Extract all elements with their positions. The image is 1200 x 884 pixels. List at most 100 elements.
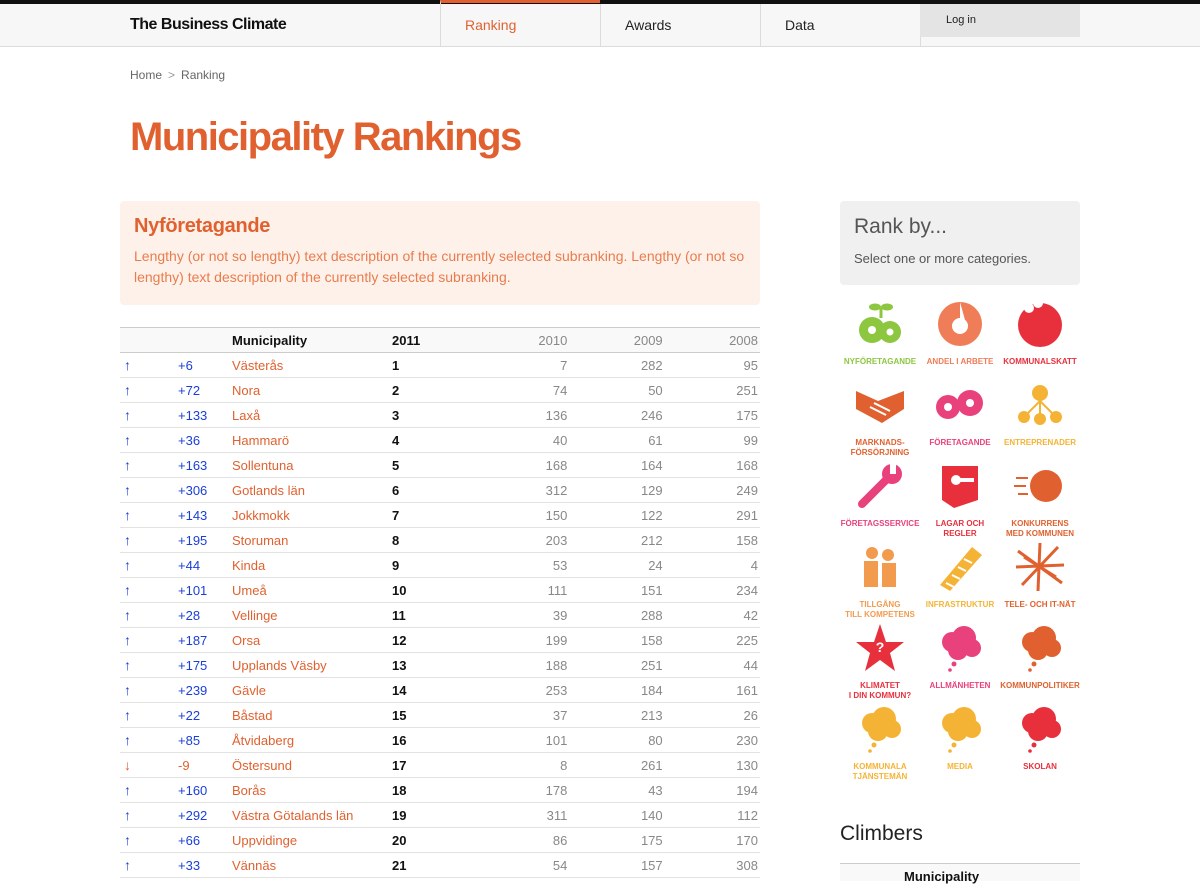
rank-2011: 9 [390,552,474,578]
header-municipality[interactable]: Municipality [230,327,390,353]
table-row: ↑ +101 Umeå 10 111 151 234 [120,577,760,603]
municipality-link[interactable]: Storuman [230,527,390,553]
municipality-link[interactable]: Hammarö [230,427,390,453]
rank-2011: 7 [390,502,474,528]
category-gears-sprout-0[interactable]: NYFÖRETAGANDE [840,298,920,367]
breadcrumb-home[interactable]: Home [130,68,162,82]
category-cloud-bubble-14[interactable]: KOMMUNPOLITIKER [1000,622,1080,691]
gears-icon [920,379,1000,436]
rank-2009: 282 [569,352,665,378]
nav-ranking[interactable]: Ranking [440,0,600,46]
municipality-link[interactable]: Sollentuna [230,452,390,478]
rank-change: +187 [176,627,230,653]
category-network-5[interactable]: ENTREPRENADER [1000,379,1080,448]
nav-awards[interactable]: Awards [600,4,760,46]
change-arrow-icon: ↑ [120,627,176,653]
category-handshake-3[interactable]: MARKNADS- FÖRSÖRJNING [840,379,920,458]
rank-change: +22 [176,702,230,728]
header-2008[interactable]: 2008 [664,327,760,353]
municipality-link[interactable]: Västerås [230,352,390,378]
change-arrow-icon: ↑ [120,527,176,553]
municipality-link[interactable]: Västra Götalands län [230,802,390,828]
change-arrow-icon: ↑ [120,777,176,803]
change-arrow-icon: ↑ [120,602,176,628]
table-row: ↑ +44 Kinda 9 53 24 4 [120,552,760,578]
rank-2009: 212 [569,527,665,553]
municipality-link[interactable]: Östersund [230,752,390,778]
municipality-link[interactable]: Gotlands län [230,477,390,503]
handshake-icon [840,379,920,436]
municipality-link[interactable]: Borås [230,777,390,803]
municipality-link[interactable]: Åtvidaberg [230,727,390,753]
category-law-book-7[interactable]: LAGAR OCH REGLER [920,460,1000,539]
category-pie-chart-1[interactable]: ANDEL I ARBETE [920,298,1000,367]
wrench-icon [840,460,920,517]
rank-2008: 225 [664,627,760,653]
category-wrench-6[interactable]: FÖRETAGSSERVICE [840,460,920,529]
rank-2011: 19 [390,802,474,828]
header-2011[interactable]: 2011 [390,327,474,353]
header-2009[interactable]: 2009 [569,327,665,353]
category-cloud-bubble-16[interactable]: MEDIA [920,703,1000,772]
category-star-question-12[interactable]: ? KLIMATET I DIN KOMMUN? [840,622,920,701]
rank-2010: 203 [474,527,570,553]
municipality-link[interactable]: Vellinge [230,602,390,628]
rank-change: +133 [176,402,230,428]
rank-2010: 178 [474,777,570,803]
table-row: ↑ +66 Uppvidinge 20 86 175 170 [120,827,760,853]
site-header: The Business Climate Ranking Awards Data… [0,0,1200,47]
category-wire-network-11[interactable]: TELE- OCH IT-NÄT [1000,541,1080,610]
category-people-9[interactable]: TILLGÅNG TILL KOMPETENS [840,541,920,620]
rank-2011: 16 [390,727,474,753]
municipality-link[interactable]: Jokkmokk [230,502,390,528]
header-2010[interactable]: 2010 [474,327,570,353]
site-logo[interactable]: The Business Climate [130,16,287,34]
rank-2008: 44 [664,652,760,678]
municipality-link[interactable]: Nora [230,377,390,403]
star-question-icon: ? [840,622,920,679]
municipality-link[interactable]: Laxå [230,402,390,428]
category-speed-ball-8[interactable]: KONKURRENS MED KOMMUNEN [1000,460,1080,539]
login-button[interactable]: Log in [920,4,1080,37]
category-cloud-bubble-13[interactable]: ALLMÄNHETEN [920,622,1000,691]
change-arrow-icon: ↑ [120,427,176,453]
category-cloud-bubble-15[interactable]: KOMMUNALA TJÄNSTEMÄN [840,703,920,782]
category-railway-10[interactable]: INFRASTRUKTUR [920,541,1000,610]
rank-2009: 157 [569,852,665,878]
nav-data[interactable]: Data [760,4,921,46]
municipality-link[interactable]: Upplands Väsby [230,652,390,678]
change-arrow-icon: ↑ [120,352,176,378]
rank-2009: 24 [569,552,665,578]
category-label: KOMMUNALA TJÄNSTEMÄN [852,762,908,781]
breadcrumb-current: Ranking [181,68,226,82]
rank-2011: 5 [390,452,474,478]
rank-2011: 3 [390,402,474,428]
municipality-link[interactable]: Orsa [230,627,390,653]
rank-2008: 170 [664,827,760,853]
category-gears-4[interactable]: FÖRETAGANDE [920,379,1000,448]
rank-2010: 8 [474,752,570,778]
table-row: ↑ +6 Västerås 1 7 282 95 [120,352,760,378]
rank-2011: 13 [390,652,474,678]
municipality-link[interactable]: Vännäs [230,852,390,878]
category-label: KOMMUNPOLITIKER [1000,681,1080,690]
municipality-link[interactable]: Båstad [230,702,390,728]
table-row: ↑ +187 Orsa 12 199 158 225 [120,627,760,653]
rank-2008: 168 [664,452,760,478]
municipality-link[interactable]: Uppvidinge [230,827,390,853]
category-label: KOMMUNALSKATT [1003,357,1077,366]
rank-2008: 194 [664,777,760,803]
municipality-link[interactable]: Umeå [230,577,390,603]
category-bitten-circle-2[interactable]: KOMMUNALSKATT [1000,298,1080,367]
municipality-link[interactable]: Kinda [230,552,390,578]
table-row: ↑ +28 Vellinge 11 39 288 42 [120,602,760,628]
category-label: NYFÖRETAGANDE [843,357,917,366]
category-cloud-bubble-17[interactable]: SKOLAN [1000,703,1080,772]
cloud-bubble-icon [920,622,1000,679]
rank-change: +85 [176,727,230,753]
rank-2011: 20 [390,827,474,853]
municipality-link[interactable]: Gävle [230,677,390,703]
category-label: FÖRETAGANDE [929,438,991,447]
rank-2008: 26 [664,702,760,728]
category-label: TELE- OCH IT-NÄT [1004,600,1076,609]
